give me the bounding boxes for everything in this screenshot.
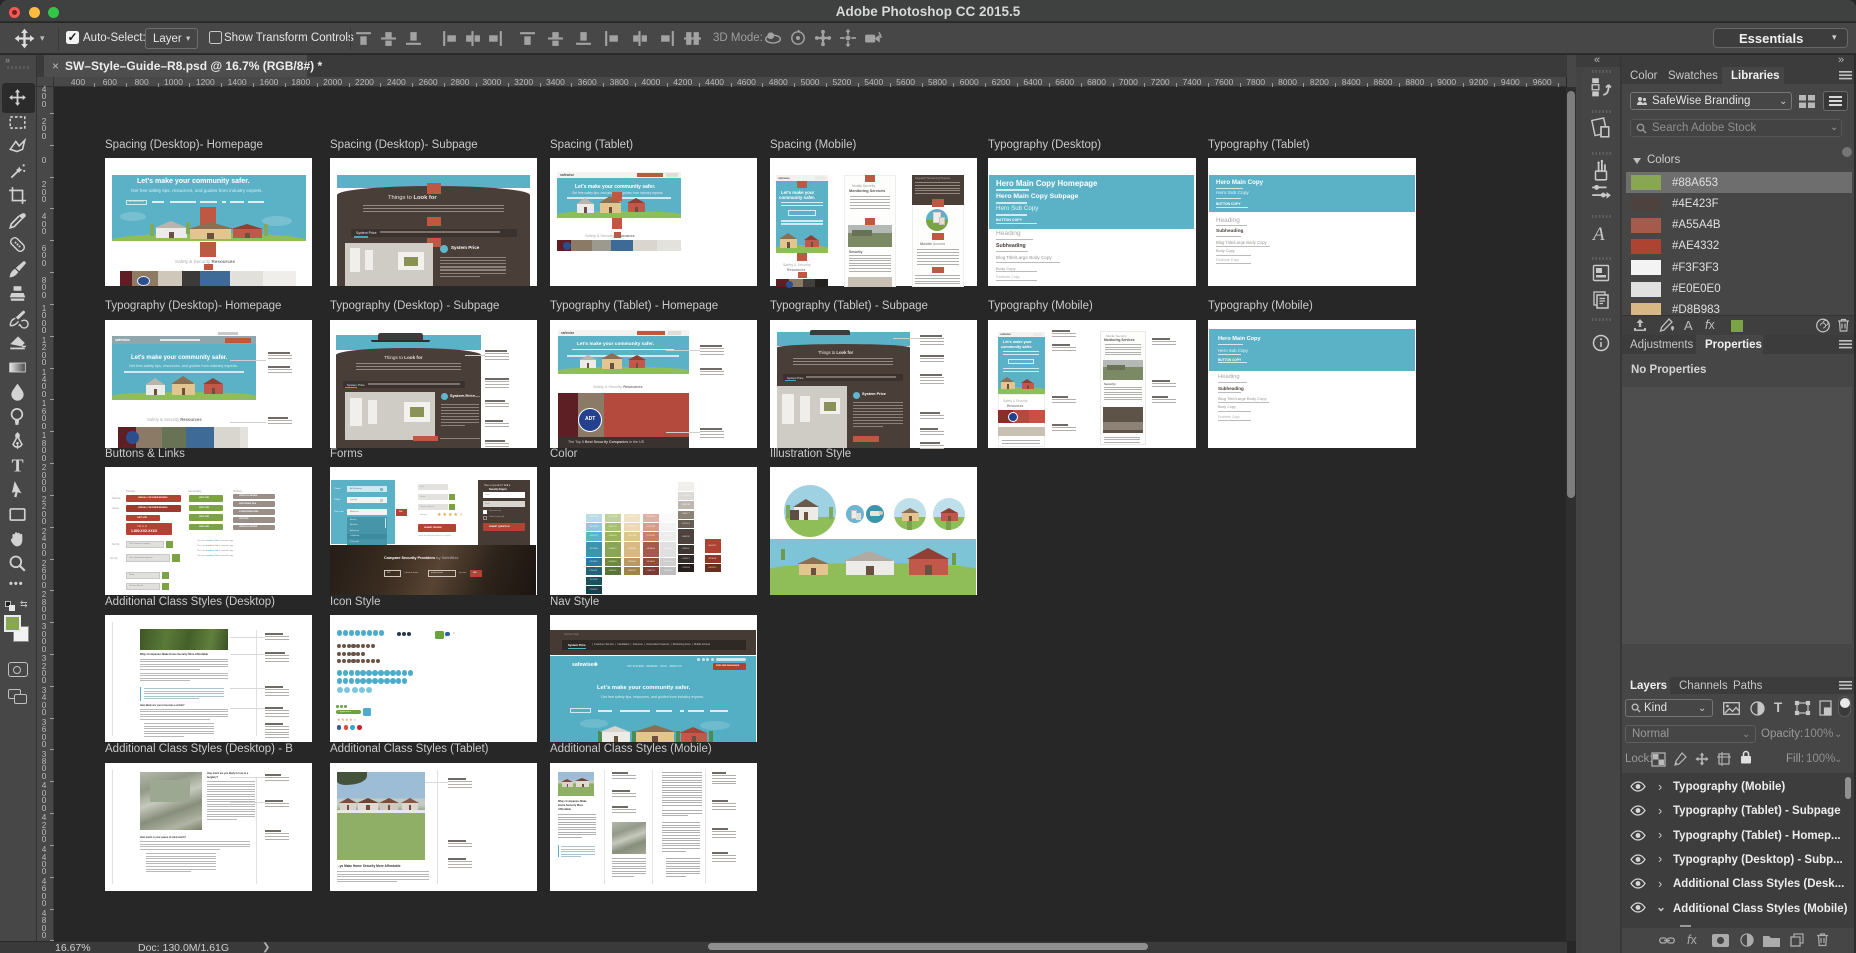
svg-text:T: T (12, 455, 24, 475)
